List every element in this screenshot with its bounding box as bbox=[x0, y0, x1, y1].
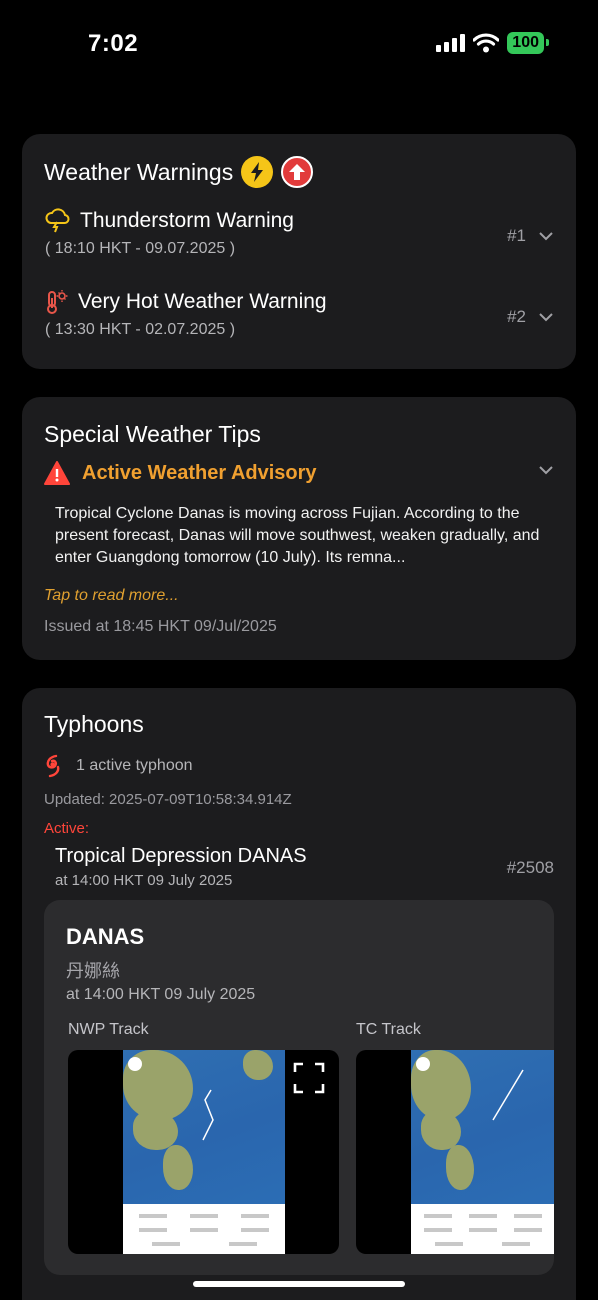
warning-number: #1 bbox=[507, 226, 526, 245]
warning-item-very-hot[interactable]: Very Hot Weather Warning ( 13:30 HKT - 0… bbox=[44, 289, 554, 339]
storm-time: at 14:00 HKT 09 July 2025 bbox=[55, 872, 233, 889]
expand-fullscreen-icon[interactable] bbox=[293, 1062, 325, 1094]
typhoon-count-row: 1 active typhoon bbox=[44, 754, 193, 778]
map-legend bbox=[411, 1204, 554, 1254]
status-time: 7:02 bbox=[88, 30, 139, 57]
weather-warnings-card: Weather Warnings Thunderstorm Warning ( … bbox=[22, 134, 576, 369]
warning-time: ( 18:10 HKT - 09.07.2025 ) bbox=[45, 240, 236, 257]
typhoon-count: 1 active typhoon bbox=[76, 757, 193, 774]
thunderstorm-cloud-icon bbox=[45, 208, 70, 233]
nwp-track-image[interactable] bbox=[68, 1050, 339, 1254]
advisory-header[interactable]: Active Weather Advisory bbox=[44, 461, 554, 485]
cellular-signal-icon bbox=[436, 34, 466, 52]
warning-name: Very Hot Weather Warning bbox=[78, 290, 327, 313]
tc-track-image[interactable] bbox=[356, 1050, 554, 1254]
typhoon-icon bbox=[46, 754, 60, 778]
thunderstorm-badge-icon bbox=[241, 156, 274, 188]
read-more-link[interactable]: Tap to read more... bbox=[44, 587, 179, 605]
warning-time: ( 13:30 HKT - 02.07.2025 ) bbox=[45, 321, 236, 338]
warning-triangle-icon bbox=[44, 461, 70, 485]
nwp-track-map bbox=[123, 1050, 285, 1254]
typhoons-card: Typhoons 1 active typhoon Updated: 2025-… bbox=[22, 688, 576, 1300]
very-hot-badge-icon bbox=[281, 156, 314, 188]
thermometer-sun-icon bbox=[47, 290, 68, 314]
wifi-icon bbox=[473, 33, 500, 53]
warning-number: #2 bbox=[507, 307, 526, 326]
typhoon-updated: Updated: 2025-07-09T10:58:34.914Z bbox=[44, 791, 292, 808]
typhoon-detail-panel: DANAS 丹娜絲 at 14:00 HKT 09 July 2025 NWP … bbox=[44, 900, 554, 1275]
detail-storm-name-cn: 丹娜絲 bbox=[66, 961, 120, 981]
tc-track-map bbox=[411, 1050, 554, 1254]
chevron-down-icon[interactable] bbox=[538, 465, 554, 475]
typhoons-title: Typhoons bbox=[44, 711, 144, 737]
home-indicator[interactable] bbox=[193, 1281, 405, 1287]
advisory-label: Active Weather Advisory bbox=[82, 461, 317, 484]
nwp-track-label: NWP Track bbox=[68, 1021, 149, 1038]
battery-indicator: 100 bbox=[507, 32, 549, 54]
detail-storm-name: DANAS bbox=[66, 924, 145, 949]
issued-time: Issued at 18:45 HKT 09/Jul/2025 bbox=[44, 618, 277, 635]
status-bar: 7:02 100 bbox=[0, 0, 598, 90]
storm-number: #2508 bbox=[506, 858, 554, 877]
chevron-down-icon[interactable] bbox=[538, 312, 554, 322]
warning-meta: #2 bbox=[507, 307, 554, 327]
advisory-body: Tropical Cyclone Danas is moving across … bbox=[55, 505, 540, 566]
warnings-title: Weather Warnings bbox=[44, 158, 234, 185]
warning-meta: #1 bbox=[507, 226, 554, 246]
special-weather-tips-card: Special Weather Tips Active Weather Advi… bbox=[22, 397, 576, 660]
storm-name[interactable]: Tropical Depression DANAS bbox=[55, 845, 307, 868]
tips-title: Special Weather Tips bbox=[44, 421, 261, 447]
chevron-down-icon[interactable] bbox=[538, 231, 554, 241]
detail-storm-time: at 14:00 HKT 09 July 2025 bbox=[66, 986, 256, 1003]
warnings-header: Weather Warnings bbox=[44, 156, 314, 188]
tc-track-label: TC Track bbox=[356, 1021, 421, 1038]
active-label: Active: bbox=[44, 820, 90, 837]
map-legend bbox=[123, 1204, 285, 1254]
warning-name: Thunderstorm Warning bbox=[80, 209, 294, 232]
warning-item-thunderstorm[interactable]: Thunderstorm Warning ( 18:10 HKT - 09.07… bbox=[44, 208, 554, 258]
status-indicators: 100 bbox=[436, 32, 549, 54]
